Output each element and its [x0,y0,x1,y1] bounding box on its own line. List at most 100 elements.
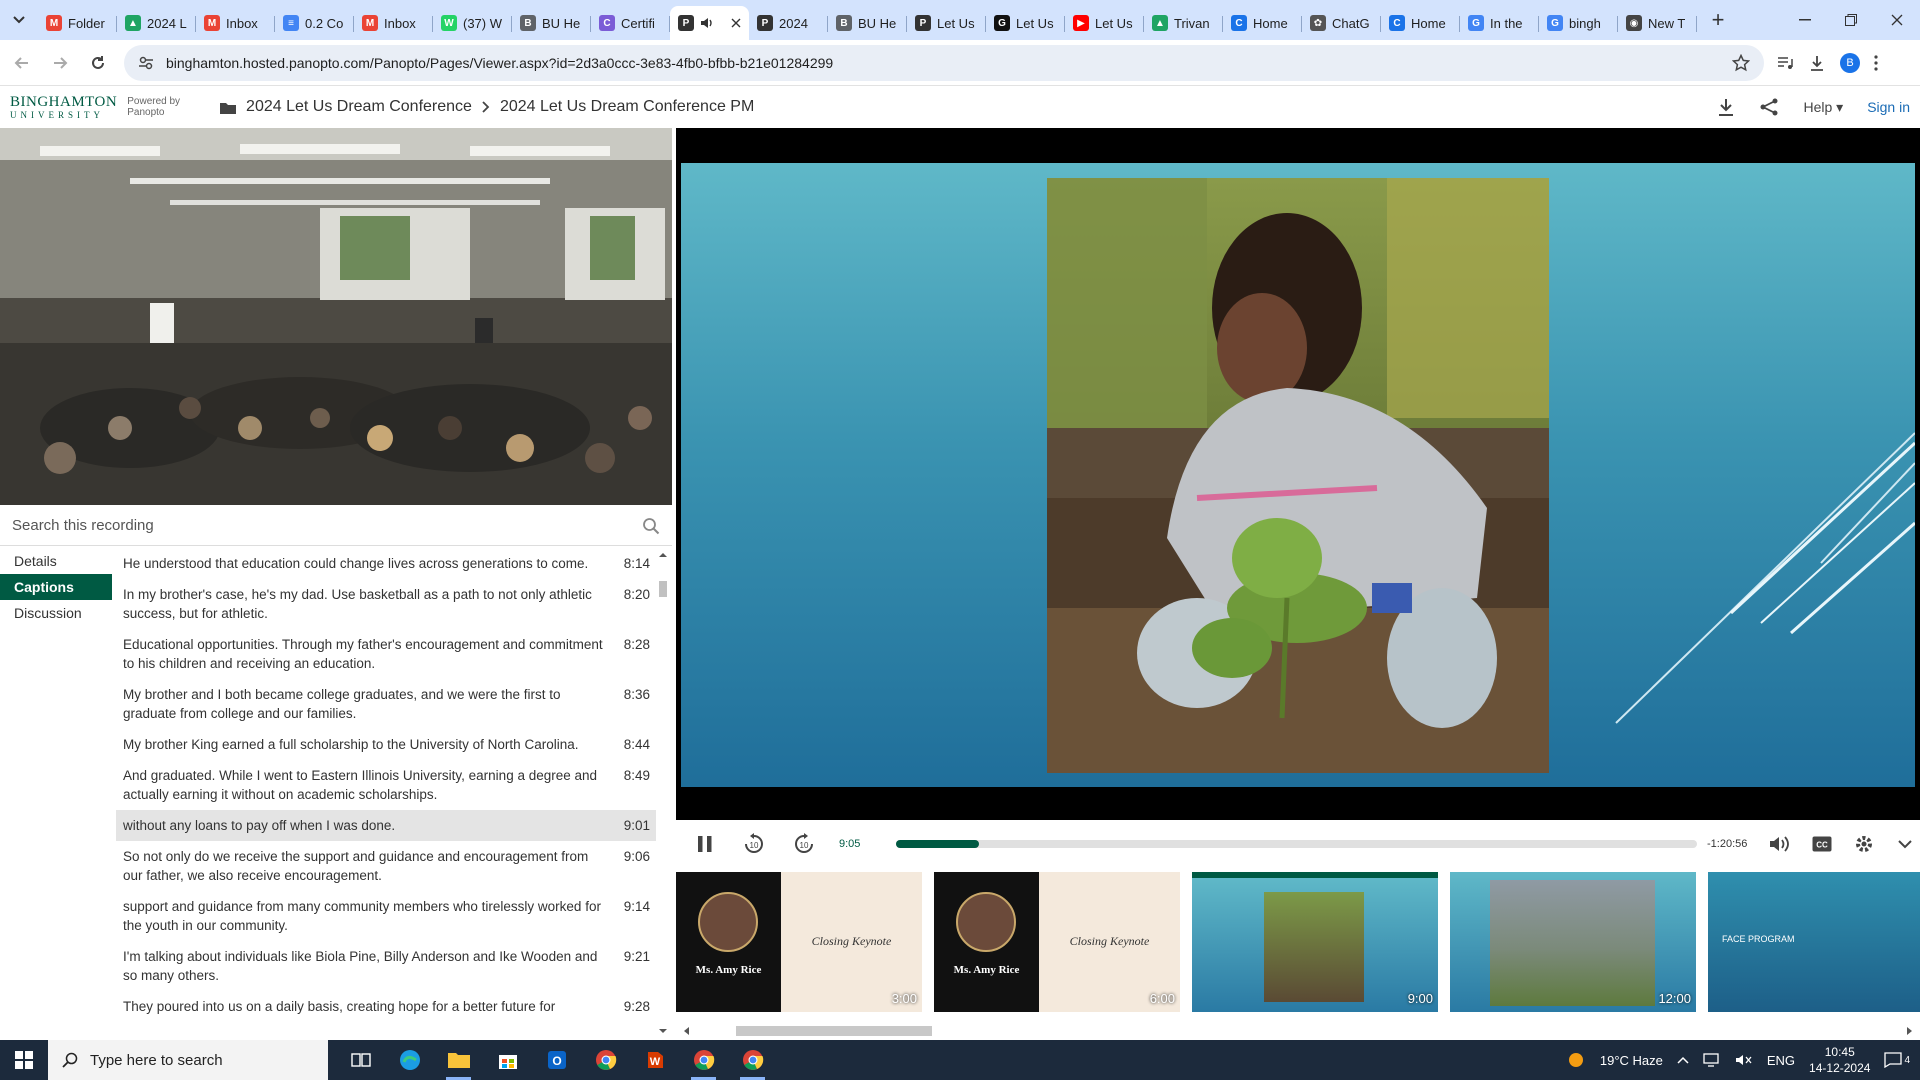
browser-tab[interactable]: P 2024 [749,6,828,40]
browser-tab[interactable]: B BU He [828,6,907,40]
file-explorer-icon[interactable] [434,1040,483,1080]
browser-tab[interactable]: C Home [1223,6,1302,40]
chrome-icon[interactable] [581,1040,630,1080]
caption-row[interactable]: In my brother's case, he's my dad. Use b… [116,579,656,629]
store-icon[interactable] [483,1040,532,1080]
browser-tab[interactable]: ◉ New T [1618,6,1697,40]
close-tab-icon[interactable] [731,18,741,28]
thumbnail[interactable]: Ms. Amy Rice Closing Keynote 3:00 [676,872,922,1012]
browser-menu-icon[interactable] [1874,54,1878,71]
thumbnail-current[interactable]: 9:00 [1192,872,1438,1012]
caption-row[interactable]: I'm talking about individuals like Biola… [116,941,656,991]
caption-row[interactable]: So not only do we receive the support an… [116,841,656,891]
browser-tab[interactable]: B BU He [512,6,591,40]
clock[interactable]: 10:45 14-12-2024 [1809,1044,1870,1076]
caption-row[interactable]: He understood that education could chang… [116,548,656,579]
browser-tab[interactable]: ✿ ChatG [1302,6,1381,40]
settings-button[interactable] [1849,834,1879,854]
search-recording-field[interactable]: Search this recording [0,506,672,546]
media-controls-icon[interactable] [1776,54,1794,72]
captions-scrollbar[interactable] [656,548,670,1038]
reload-button[interactable] [82,47,114,79]
browser-tab[interactable]: M Inbox [354,6,433,40]
caption-row-current[interactable]: without any loans to pay off when I was … [116,810,656,841]
restore-button[interactable] [1828,0,1874,40]
edge-icon[interactable] [385,1040,434,1080]
camera-video[interactable] [0,128,672,505]
browser-tab[interactable]: ▲ 2024 L [117,6,196,40]
download-icon[interactable] [1717,98,1735,116]
volume-button[interactable] [1765,835,1795,853]
weather-icon[interactable] [1566,1050,1586,1070]
caption-row[interactable]: They poured into us on a daily basis, cr… [116,991,656,1022]
browser-tab[interactable]: P Let Us [907,6,986,40]
caption-row[interactable]: And graduated. While I went to Eastern I… [116,760,656,810]
caption-row[interactable]: My brother King earned a full scholarshi… [116,729,656,760]
caption-row[interactable]: support and guidance from many community… [116,891,656,941]
caption-row[interactable]: My brother and I both became college gra… [116,679,656,729]
browser-tab[interactable]: M Folder [38,6,117,40]
thumbnail-scroll-thumb[interactable] [736,1026,932,1036]
tab-discussion[interactable]: Discussion [0,600,112,626]
thumbnail[interactable]: 12:00 [1450,872,1696,1012]
show-hidden-icons-icon[interactable] [1677,1056,1689,1064]
primary-video[interactable] [676,128,1920,820]
binghamton-logo[interactable]: BINGHAMTON UNIVERSITY [10,94,117,120]
captions-toggle[interactable]: CC [1807,836,1837,852]
forward-10-button[interactable]: 10 [789,832,819,856]
minimize-button[interactable] [1782,0,1828,40]
tab-favicon-icon: M [204,15,220,31]
reload-icon [92,55,104,69]
network-icon[interactable] [1703,1053,1721,1067]
thumbnail-scrollbar[interactable] [676,1022,1920,1040]
weather-text[interactable]: 19°C Haze [1600,1053,1663,1068]
search-icon[interactable] [642,517,660,535]
browser-tab[interactable]: C Certifi [591,6,670,40]
downloads-icon[interactable] [1808,54,1826,72]
tab-captions[interactable]: Captions [0,574,112,600]
close-window-button[interactable] [1874,0,1920,40]
notification-center[interactable]: 4 [1884,1052,1910,1068]
browser-tab-active[interactable]: P [670,6,749,40]
outlook-icon[interactable]: O [532,1040,581,1080]
chrome-profile1-icon[interactable] [679,1040,728,1080]
tab-details[interactable]: Details [0,548,112,574]
caption-text: Educational opportunities. Through my fa… [123,637,603,671]
browser-tab[interactable]: ≡ 0.2 Co [275,6,354,40]
bookmark-star-icon[interactable] [1732,53,1750,72]
back-button[interactable] [6,47,38,79]
browser-tab[interactable]: Gbingh [1539,6,1618,40]
rewind-10-button[interactable]: 10 [740,832,770,856]
language-indicator[interactable]: ENG [1767,1053,1795,1068]
office-icon[interactable]: W [630,1040,679,1080]
caption-text: support and guidance from many community… [123,899,601,933]
browser-tab[interactable]: M Inbox [196,6,275,40]
share-icon[interactable] [1759,98,1779,116]
new-tab-button[interactable]: + [1701,3,1735,37]
tab-search-button[interactable] [0,0,38,40]
start-button[interactable] [0,1040,48,1080]
pause-button[interactable] [690,835,720,853]
captions-scroll-thumb[interactable] [659,581,667,597]
thumbnail[interactable]: Ms. Amy Rice Closing Keynote 6:00 [934,872,1180,1012]
browser-tab[interactable]: G In the [1460,6,1539,40]
sign-in-link[interactable]: Sign in [1867,99,1910,115]
browser-tab[interactable]: ▲ Trivan [1144,6,1223,40]
address-bar[interactable]: binghamton.hosted.panopto.com/Panopto/Pa… [124,44,1764,81]
thumbnail[interactable]: FACE PROGRAM15:0 [1708,872,1920,1012]
taskbar-search[interactable]: Type here to search [48,1040,328,1080]
chrome-profile2-icon[interactable] [728,1040,777,1080]
browser-tab[interactable]: W (37) W [433,6,512,40]
speaker-muted-icon[interactable] [1735,1053,1753,1067]
help-menu[interactable]: Help ▾ [1803,99,1843,116]
task-view-icon[interactable] [336,1040,385,1080]
forward-button[interactable] [44,47,76,79]
browser-tab[interactable]: ▶ Let Us [1065,6,1144,40]
browser-tab[interactable]: C Home [1381,6,1460,40]
collapse-thumbnails-button[interactable] [1890,839,1920,849]
progress-bar[interactable] [896,840,1698,848]
caption-row[interactable]: Educational opportunities. Through my fa… [116,629,656,679]
breadcrumb-folder[interactable]: 2024 Let Us Dream Conference [246,98,472,116]
profile-avatar[interactable]: B [1840,52,1860,73]
browser-tab[interactable]: G Let Us [986,6,1065,40]
